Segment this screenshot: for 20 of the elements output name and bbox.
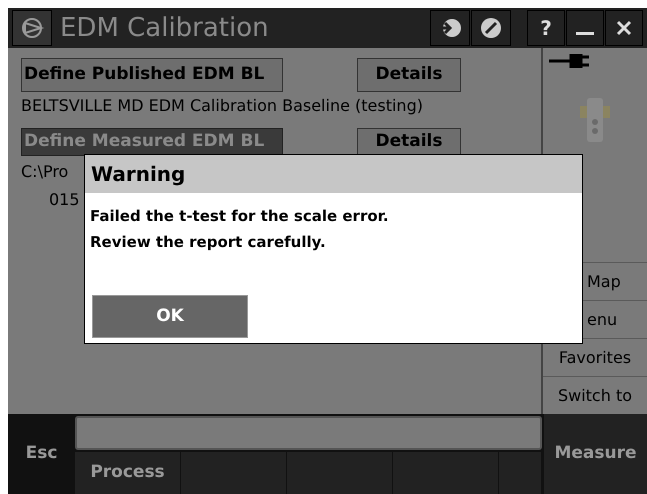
warning-message: Failed the t-test for the scale error. — [90, 206, 390, 227]
power-plug-icon — [549, 54, 591, 68]
details-button[interactable]: Details — [357, 58, 461, 92]
warning-message: Review the report carefully. — [90, 232, 327, 253]
close-icon[interactable] — [605, 10, 643, 46]
baseline-name: BELTSVILLE MD EDM Calibration Baseline (testing) — [21, 95, 424, 117]
ok-button[interactable]: OK — [92, 295, 248, 338]
window-title: EDM Calibration — [60, 12, 270, 44]
details-button[interactable]: Details — [357, 128, 461, 156]
file-path: C:\Pro — [21, 161, 68, 183]
help-button[interactable]: ? — [527, 10, 565, 46]
define-published-button[interactable]: Define Published EDM BL — [21, 58, 283, 92]
dialog-title: Warning — [91, 161, 186, 188]
app-logo-icon[interactable] — [12, 10, 52, 46]
define-measured-button[interactable]: Define Measured EDM BL — [21, 128, 283, 156]
value-text: 015 — [49, 189, 80, 211]
softkey-button[interactable]: Process — [75, 452, 181, 494]
prohibited-icon[interactable] — [471, 10, 511, 46]
measure-button[interactable]: Measure — [544, 414, 647, 494]
minimize-icon[interactable] — [566, 10, 604, 46]
